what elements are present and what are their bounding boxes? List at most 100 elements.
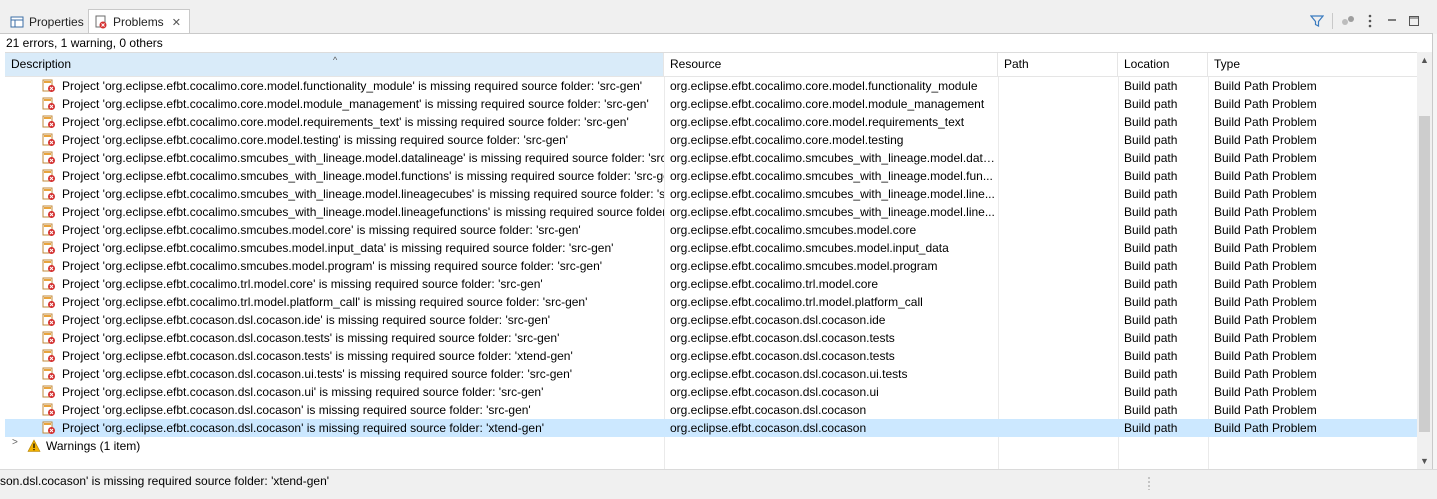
cell-description: Project 'org.eclipse.efbt.cocason.dsl.co… — [62, 385, 544, 399]
cell-type: Build Path Problem — [1214, 205, 1317, 219]
cell-location: Build path — [1124, 205, 1178, 219]
table-row[interactable]: Project 'org.eclipse.efbt.cocalimo.smcub… — [5, 185, 1417, 203]
cell-location: Build path — [1124, 169, 1178, 183]
cell-location: Build path — [1124, 349, 1178, 363]
chevron-right-icon[interactable]: > — [12, 437, 18, 448]
table-row[interactable]: Project 'org.eclipse.efbt.cocalimo.core.… — [5, 113, 1417, 131]
view-menu-icon[interactable] — [1359, 13, 1381, 29]
table-row[interactable]: Project 'org.eclipse.efbt.cocason.dsl.co… — [5, 347, 1417, 365]
cell-resource: org.eclipse.efbt.cocalimo.trl.model.plat… — [670, 295, 923, 309]
toolbar-separator — [1332, 13, 1333, 29]
column-header-resource[interactable]: Resource — [664, 53, 998, 76]
table-row[interactable]: Project 'org.eclipse.efbt.cocalimo.core.… — [5, 77, 1417, 95]
cell-location: Build path — [1124, 223, 1178, 237]
column-header-path[interactable]: Path — [998, 53, 1118, 76]
cell-path — [1004, 275, 1118, 293]
cell-path — [1004, 95, 1118, 113]
cell-resource: org.eclipse.efbt.cocalimo.smcubes.model.… — [670, 259, 938, 273]
table-header: Description ^ Resource Path Location Typ… — [5, 53, 1417, 77]
cell-path — [1004, 149, 1118, 167]
column-header-description[interactable]: Description ^ — [5, 53, 664, 76]
cell-type: Build Path Problem — [1214, 277, 1317, 291]
table-row[interactable]: Project 'org.eclipse.efbt.cocalimo.smcub… — [5, 257, 1417, 275]
cell-path — [1004, 383, 1118, 401]
table-row[interactable]: Project 'org.eclipse.efbt.cocalimo.smcub… — [5, 239, 1417, 257]
cell-type: Build Path Problem — [1214, 79, 1317, 93]
error-icon — [42, 115, 56, 129]
cell-description: Project 'org.eclipse.efbt.cocalimo.core.… — [62, 79, 643, 93]
table-row[interactable]: Project 'org.eclipse.efbt.cocason.dsl.co… — [5, 329, 1417, 347]
view-toolbar — [1306, 13, 1425, 29]
cell-description: Project 'org.eclipse.efbt.cocalimo.smcub… — [62, 241, 614, 255]
cell-description: Project 'org.eclipse.efbt.cocason.dsl.co… — [62, 313, 551, 327]
error-icon — [42, 241, 56, 255]
cell-type: Build Path Problem — [1214, 187, 1317, 201]
table-row[interactable]: Project 'org.eclipse.efbt.cocalimo.smcub… — [5, 167, 1417, 185]
cell-description: Project 'org.eclipse.efbt.cocalimo.core.… — [62, 97, 649, 111]
scroll-thumb[interactable] — [1419, 116, 1430, 432]
cell-type: Build Path Problem — [1214, 97, 1317, 111]
table-row[interactable]: Project 'org.eclipse.efbt.cocalimo.core.… — [5, 131, 1417, 149]
cell-resource: org.eclipse.efbt.cocason.dsl.cocason.ui — [670, 385, 879, 399]
cell-type: Build Path Problem — [1214, 295, 1317, 309]
cell-description: Project 'org.eclipse.efbt.cocalimo.smcub… — [62, 187, 664, 201]
problems-view: 21 errors, 1 warning, 0 others Descripti… — [0, 33, 1433, 469]
vertical-scrollbar[interactable]: ▲ ▼ — [1417, 52, 1432, 469]
error-icon — [42, 151, 56, 165]
cell-type: Build Path Problem — [1214, 367, 1317, 381]
table-row[interactable]: Project 'org.eclipse.efbt.cocalimo.trl.m… — [5, 293, 1417, 311]
table-row[interactable]: Project 'org.eclipse.efbt.cocason.dsl.co… — [5, 311, 1417, 329]
table-row[interactable]: Project 'org.eclipse.efbt.cocalimo.smcub… — [5, 149, 1417, 167]
filter-icon[interactable] — [1306, 13, 1328, 29]
warnings-group-row[interactable]: > Warnings (1 item) — [5, 437, 1417, 455]
error-icon — [42, 205, 56, 219]
tab-properties[interactable]: Properties — [4, 9, 88, 34]
cell-path — [1004, 113, 1118, 131]
cell-path — [1004, 167, 1118, 185]
cell-description: Project 'org.eclipse.efbt.cocason.dsl.co… — [62, 349, 573, 363]
column-header-location-label: Location — [1124, 57, 1170, 71]
tab-problems-label: Problems — [113, 15, 164, 29]
view-tab-bar: Properties Problems ✕ — [0, 0, 1437, 34]
cell-type: Build Path Problem — [1214, 133, 1317, 147]
cell-location: Build path — [1124, 367, 1178, 381]
tab-problems[interactable]: Problems ✕ — [88, 9, 190, 34]
table-row[interactable]: Project 'org.eclipse.efbt.cocalimo.core.… — [5, 95, 1417, 113]
table-row[interactable]: Project 'org.eclipse.efbt.cocason.dsl.co… — [5, 365, 1417, 383]
cell-resource: org.eclipse.efbt.cocalimo.core.model.req… — [670, 115, 965, 129]
table-row[interactable]: Project 'org.eclipse.efbt.cocason.dsl.co… — [5, 401, 1417, 419]
cell-resource: org.eclipse.efbt.cocalimo.core.model.fun… — [670, 79, 978, 93]
column-header-type[interactable]: Type — [1208, 53, 1417, 76]
cell-path — [1004, 257, 1118, 275]
error-icon — [42, 223, 56, 237]
scroll-down-icon[interactable]: ▼ — [1417, 453, 1432, 469]
cell-path — [1004, 239, 1118, 257]
cell-location: Build path — [1124, 241, 1178, 255]
table-row[interactable]: Project 'org.eclipse.efbt.cocason.dsl.co… — [5, 419, 1417, 437]
cell-location: Build path — [1124, 403, 1178, 417]
close-icon[interactable]: ✕ — [172, 16, 181, 29]
cell-description: Project 'org.eclipse.efbt.cocalimo.smcub… — [62, 223, 581, 237]
cell-type: Build Path Problem — [1214, 259, 1317, 273]
problems-icon — [94, 15, 108, 29]
cell-description: Project 'org.eclipse.efbt.cocalimo.smcub… — [62, 151, 664, 165]
error-icon — [42, 277, 56, 291]
minimize-icon[interactable] — [1381, 13, 1403, 29]
scroll-up-icon[interactable]: ▲ — [1417, 52, 1432, 68]
table-row[interactable]: Project 'org.eclipse.efbt.cocalimo.trl.m… — [5, 275, 1417, 293]
table-row[interactable]: Project 'org.eclipse.efbt.cocason.dsl.co… — [5, 383, 1417, 401]
cell-resource: org.eclipse.efbt.cocason.dsl.cocason — [670, 403, 867, 417]
error-icon — [42, 331, 56, 345]
cell-location: Build path — [1124, 97, 1178, 111]
maximize-icon[interactable] — [1403, 13, 1425, 29]
group-icon[interactable] — [1337, 13, 1359, 29]
table-row[interactable]: Project 'org.eclipse.efbt.cocalimo.smcub… — [5, 221, 1417, 239]
column-header-path-label: Path — [1004, 57, 1029, 71]
table-row[interactable]: Project 'org.eclipse.efbt.cocalimo.smcub… — [5, 203, 1417, 221]
cell-path — [1004, 329, 1118, 347]
column-header-location[interactable]: Location — [1118, 53, 1208, 76]
error-icon — [42, 349, 56, 363]
cell-resource: org.eclipse.efbt.cocalimo.smcubes_with_l… — [670, 187, 995, 201]
cell-location: Build path — [1124, 187, 1178, 201]
cell-type: Build Path Problem — [1214, 421, 1317, 435]
